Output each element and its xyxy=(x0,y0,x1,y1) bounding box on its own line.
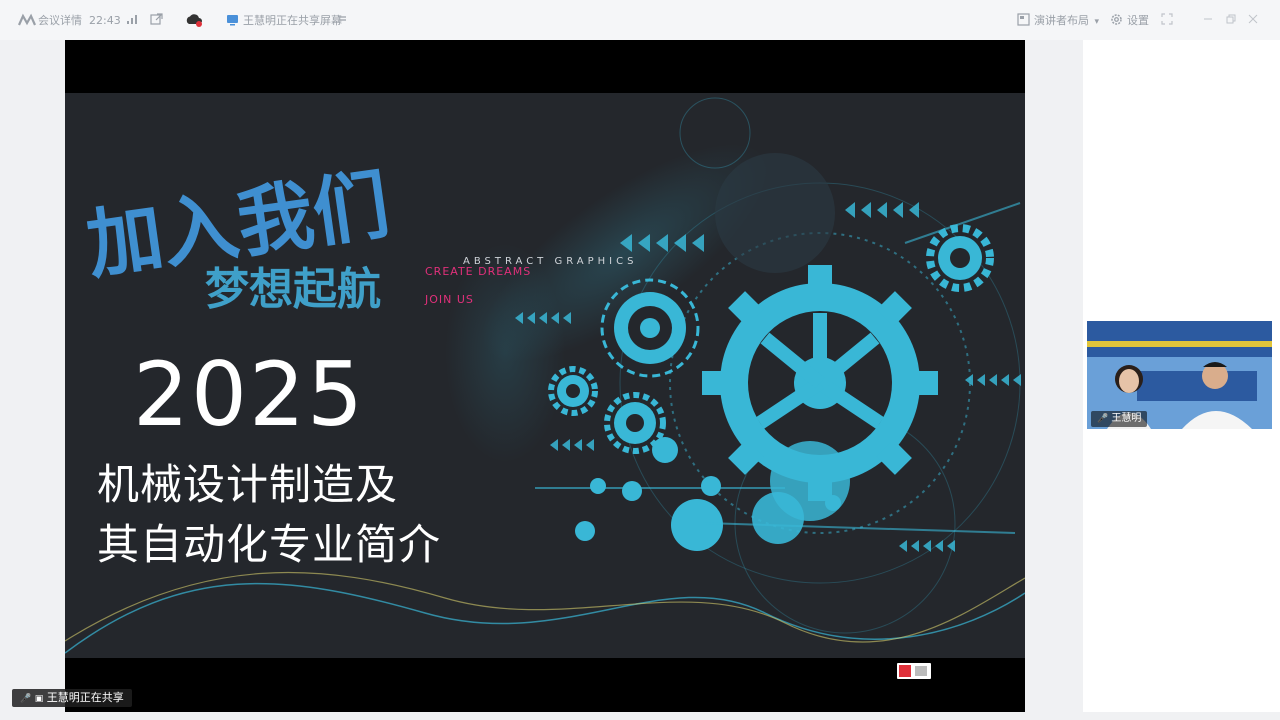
slogan-text: 梦想起航 xyxy=(205,253,381,317)
settings-button[interactable]: 设置 xyxy=(1127,13,1149,29)
mid-gutter xyxy=(1025,40,1083,712)
screen-share-icon xyxy=(226,13,239,29)
microphone-icon: 🎤 xyxy=(20,694,32,704)
participant-name: 王慧明 xyxy=(1111,413,1142,424)
participant-video[interactable]: 🎤 王慧明 xyxy=(1087,321,1272,429)
meeting-toolbar: 会议详情 22:43 王慧明正在共享屏幕 演讲者布局 ▾ 设置 xyxy=(0,0,1280,40)
elapsed-time: 22:43 xyxy=(89,14,121,27)
meeting-logo-icon xyxy=(17,13,37,29)
slide-title-line2: 其自动化专业简介 xyxy=(97,520,442,569)
slide-year: 2025 xyxy=(133,343,365,446)
gear-icon[interactable] xyxy=(1110,13,1123,29)
slide-title-line1: 机械设计制造及 xyxy=(97,460,399,509)
abstract-graphics-label: ABSTRACT GRAPHICS xyxy=(463,256,638,267)
sharing-notice: 王慧明正在共享屏幕 xyxy=(243,14,342,27)
restore-icon[interactable] xyxy=(1226,13,1236,29)
layout-icon[interactable] xyxy=(1017,13,1030,29)
share-status-text: 王慧明正在共享 xyxy=(46,691,124,704)
share-status-tag: 🎤 ▣ 王慧明正在共享 xyxy=(12,689,132,707)
meeting-details-link[interactable]: 会议详情 xyxy=(38,13,82,29)
fullscreen-icon[interactable] xyxy=(1161,13,1173,29)
minimize-icon[interactable] xyxy=(1203,13,1213,29)
chevron-down-icon: ▾ xyxy=(1094,17,1100,27)
slogan-label: 梦想起航 xyxy=(205,264,381,315)
layout-dropdown[interactable]: 演讲者布局 ▾ xyxy=(1034,13,1099,29)
layout-label: 演讲者布局 xyxy=(1034,14,1089,27)
popout-icon[interactable] xyxy=(150,13,163,29)
cloud-record-icon[interactable] xyxy=(185,12,203,28)
close-icon[interactable] xyxy=(1248,13,1258,29)
participant-name-tag: 🎤 王慧明 xyxy=(1091,411,1148,427)
share-icon: ▣ xyxy=(34,694,44,704)
signal-icon xyxy=(126,13,138,29)
shared-screen: 加入我们 梦想起航 CREATE DREAMS JOIN US ABSTRACT… xyxy=(65,40,1025,712)
microphone-icon: 🎤 xyxy=(1097,414,1109,424)
presentation-slide: 加入我们 梦想起航 CREATE DREAMS JOIN US ABSTRACT… xyxy=(65,93,1025,658)
slideshow-control-icon[interactable] xyxy=(897,663,931,679)
left-gutter xyxy=(0,40,65,712)
menu-icon[interactable] xyxy=(337,13,347,29)
join-us-text: JOIN US xyxy=(425,293,474,306)
